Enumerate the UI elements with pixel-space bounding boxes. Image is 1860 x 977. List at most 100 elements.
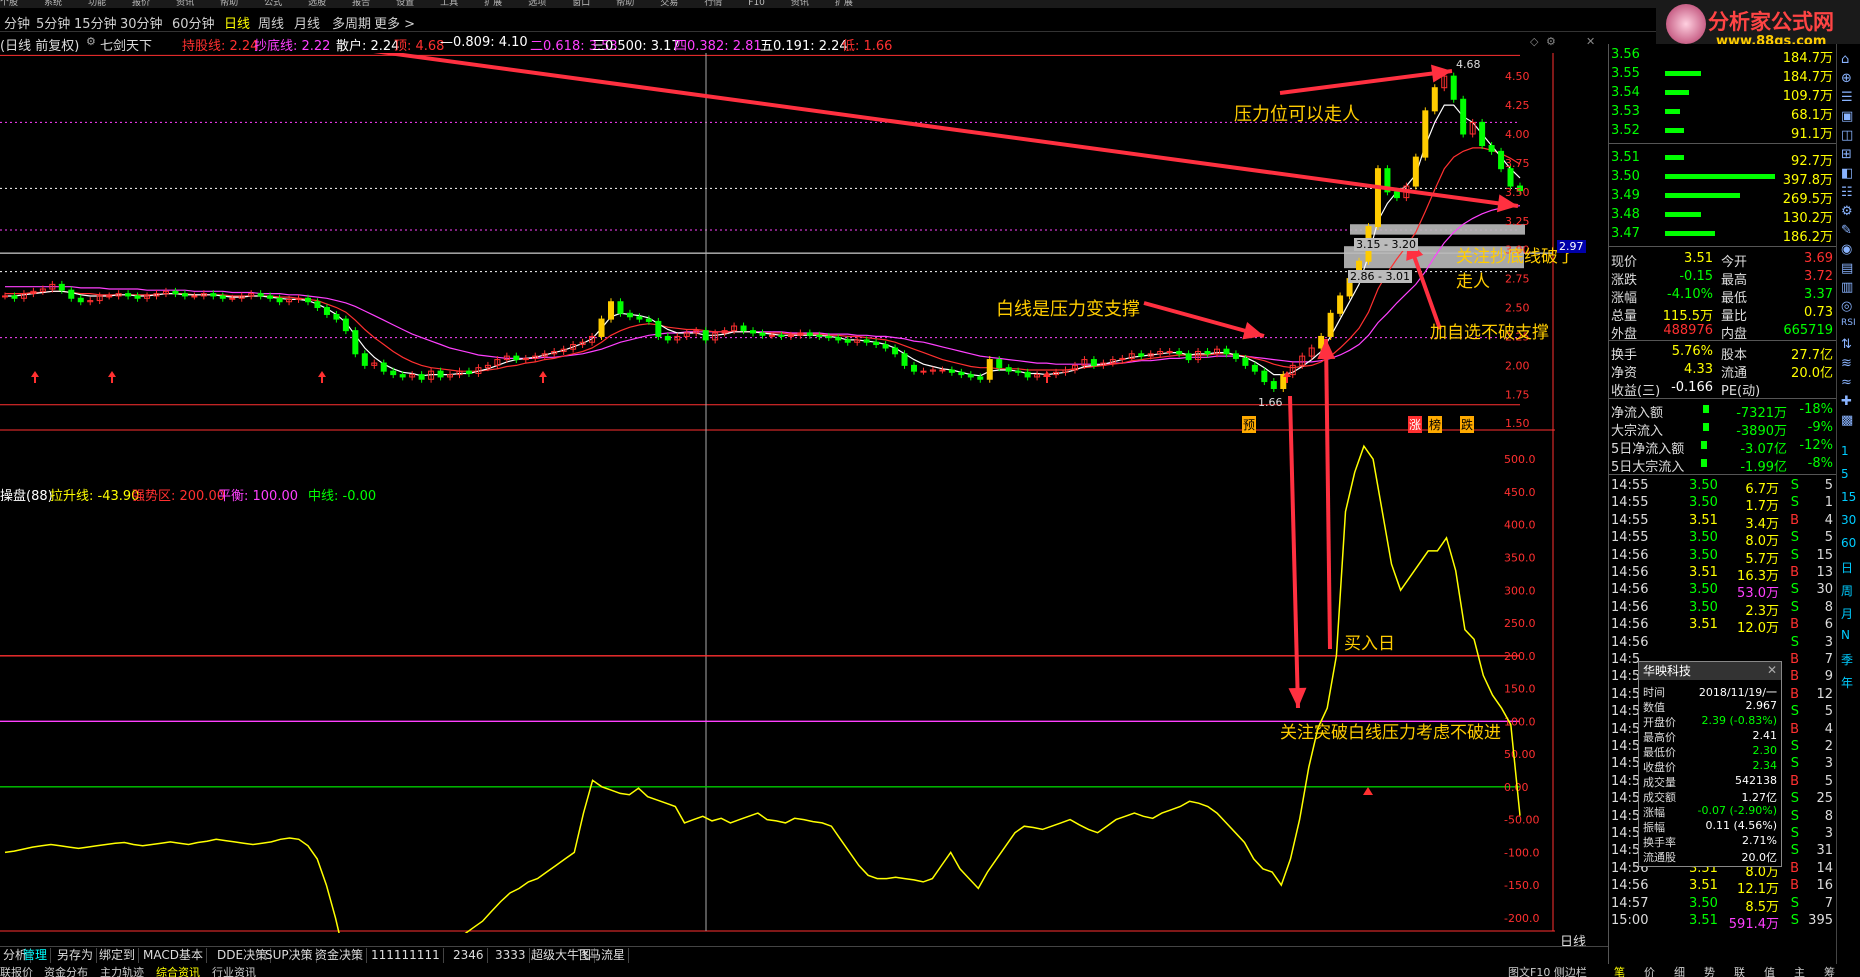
formula-tab[interactable]: 111111111 [368, 948, 444, 963]
sidebar-tool-icon[interactable]: ◉ [1841, 242, 1852, 257]
sidebar-tool-icon[interactable]: ◎ [1841, 299, 1852, 314]
period-tab[interactable]: 日线 [224, 13, 250, 32]
tick-row: 15:00 3.51 591.4万 S 395 [1609, 912, 1837, 932]
menu-item[interactable]: 扩展 [835, 0, 853, 8]
status-right-label[interactable]: 图文F10 侧边栏 [1508, 964, 1587, 977]
sidebar-period[interactable]: 日 [1841, 559, 1853, 576]
formula-tab[interactable]: 资金决策 [312, 948, 368, 963]
formula-tab[interactable]: 另存为 [54, 948, 98, 963]
menu-item[interactable]: 帮助 [616, 0, 634, 8]
menu-item[interactable]: 扩展 [484, 0, 502, 8]
info-tab[interactable]: 联报价 [0, 964, 33, 977]
period-tab[interactable]: 月线 [294, 13, 320, 32]
status-tab[interactable]: 值 [1764, 964, 1775, 977]
info-tab[interactable]: 行业资讯 [212, 964, 256, 977]
status-tab[interactable]: 联 [1734, 964, 1745, 977]
menu-item[interactable]: 交易 [660, 0, 678, 8]
menu-item[interactable]: 设置 [396, 0, 414, 8]
tick-count: 1 [1824, 495, 1833, 511]
info-tab[interactable]: 综合资讯 [156, 964, 200, 977]
period-tab[interactable]: 60分钟 [172, 13, 215, 32]
tick-row: 14:55 3.51 3.4万 B 4 [1609, 512, 1837, 532]
menu-item[interactable]: 系统 [44, 0, 62, 8]
period-tab[interactable]: 更多 > [374, 13, 415, 32]
info-tab[interactable]: 主力轨迹 [100, 964, 144, 977]
sidebar-tool-icon[interactable]: ✎ [1841, 223, 1852, 238]
menu-item[interactable]: 行情 [704, 0, 722, 8]
tooltip-title[interactable]: 华映科技 [1639, 662, 1781, 680]
close-icon[interactable]: ✕ [1767, 663, 1777, 677]
sidebar-tool-icon[interactable]: ⇅ [1841, 337, 1852, 352]
period-tab[interactable]: 多周期 [332, 13, 371, 32]
sidebar-tool-icon[interactable]: ⊞ [1841, 147, 1852, 162]
info-tab[interactable]: 资金分布 [44, 964, 88, 977]
sidebar-tool-icon[interactable]: ☰ [1841, 90, 1853, 105]
status-tab[interactable]: 细 [1674, 964, 1685, 977]
sidebar-period[interactable]: N [1841, 628, 1850, 642]
sidebar-period[interactable]: 1 [1841, 444, 1849, 458]
formula-tab[interactable]: 3333 [492, 948, 530, 963]
sidebar-period[interactable]: 年 [1841, 674, 1853, 691]
close-icon[interactable]: ✕ [1586, 35, 1595, 48]
sidebar-tool-icon[interactable]: ▤ [1841, 261, 1853, 276]
period-tab[interactable]: 30分钟 [120, 13, 163, 32]
sidebar-period[interactable]: 周 [1841, 582, 1853, 599]
settings-icon[interactable]: ⚙ [1546, 35, 1556, 48]
sidebar-period[interactable]: 60 [1841, 536, 1856, 550]
menu-item[interactable]: 报告 [352, 0, 370, 8]
chart-area[interactable]: 4.50 4.25 4.00 3.75 3.50 3.25 3.00 2.75 2.50 2.25… [0, 53, 1586, 933]
period-tab[interactable]: 分钟 [4, 13, 30, 32]
menu-item[interactable]: F10 [748, 0, 765, 8]
sidebar-tool-icon[interactable]: ▩ [1841, 413, 1853, 428]
price-tick-label: 2.50 [1505, 302, 1530, 315]
sidebar-period[interactable]: 5 [1841, 467, 1849, 481]
menu-item[interactable]: 公式 [264, 0, 282, 8]
sidebar-tool-icon[interactable]: RSI [1841, 318, 1856, 328]
sidebar-tool-icon[interactable]: ⊕ [1841, 71, 1852, 86]
sidebar-period[interactable]: 15 [1841, 490, 1856, 504]
formula-tab[interactable]: 2346 [450, 948, 488, 963]
menu-item[interactable]: 窗口 [572, 0, 590, 8]
sidebar-tool-icon[interactable]: ✚ [1841, 394, 1852, 409]
formula-name[interactable]: 七剑天下 [100, 35, 152, 54]
menu-item[interactable]: 功能 [88, 0, 106, 8]
formula-tab[interactable]: SUP决策 [262, 948, 317, 963]
status-tab[interactable]: 主 [1794, 964, 1805, 977]
sidebar-tool-icon[interactable]: ≋ [1841, 356, 1852, 371]
formula-tab[interactable]: MACD基本 [140, 948, 207, 963]
status-tab[interactable]: 笔 [1614, 964, 1625, 977]
status-tab[interactable]: 价 [1644, 964, 1655, 977]
menu-item[interactable]: 报价 [132, 0, 150, 8]
formula-tab[interactable]: 绑定到 [96, 948, 140, 963]
menu-item[interactable]: 资讯 [791, 0, 809, 8]
status-tab[interactable]: 势 [1704, 964, 1715, 977]
formula-tab[interactable]: 飞马流星 [574, 948, 630, 963]
expand-icon[interactable]: ◇ [1530, 35, 1538, 48]
formula-tab[interactable]: 管理 [20, 948, 52, 963]
menu-item[interactable]: 帮助 [220, 0, 238, 8]
menu-item[interactable]: 选股 [308, 0, 326, 8]
menu-item[interactable]: 资讯 [176, 0, 194, 8]
sidebar-tool-icon[interactable]: ◧ [1841, 166, 1853, 181]
tooltip-label: 流通股 [1643, 851, 1676, 864]
status-tab[interactable]: 筹 [1824, 964, 1835, 977]
period-tab[interactable]: 5分钟 [36, 13, 70, 32]
sidebar-tool-icon[interactable]: ≈ [1841, 375, 1852, 390]
menu-item[interactable]: 个股 [0, 0, 18, 8]
sidebar-tool-icon[interactable]: ☷ [1841, 185, 1853, 200]
sidebar-period[interactable]: 月 [1841, 605, 1853, 622]
period-tab[interactable]: 15分钟 [74, 13, 117, 32]
sidebar-tool-icon[interactable]: ▥ [1841, 280, 1853, 295]
sidebar-tool-icon[interactable]: ▣ [1841, 109, 1853, 124]
sidebar-period[interactable]: 季 [1841, 651, 1853, 668]
menu-item[interactable]: 工具 [440, 0, 458, 8]
menu-item[interactable]: 选项 [528, 0, 546, 8]
sidebar-tool-icon[interactable]: ⚙ [1841, 204, 1853, 219]
period-tab[interactable]: 周线 [258, 13, 284, 32]
indicator-value: —0.809: 4.10 [440, 35, 528, 50]
sidebar-period[interactable]: 30 [1841, 513, 1856, 527]
sidebar-tool-icon[interactable]: ⌂ [1841, 52, 1849, 67]
gear-icon[interactable]: ⚙ [86, 35, 96, 48]
tick-time: 14:55 [1611, 478, 1649, 493]
sidebar-tool-icon[interactable]: ◫ [1841, 128, 1853, 143]
